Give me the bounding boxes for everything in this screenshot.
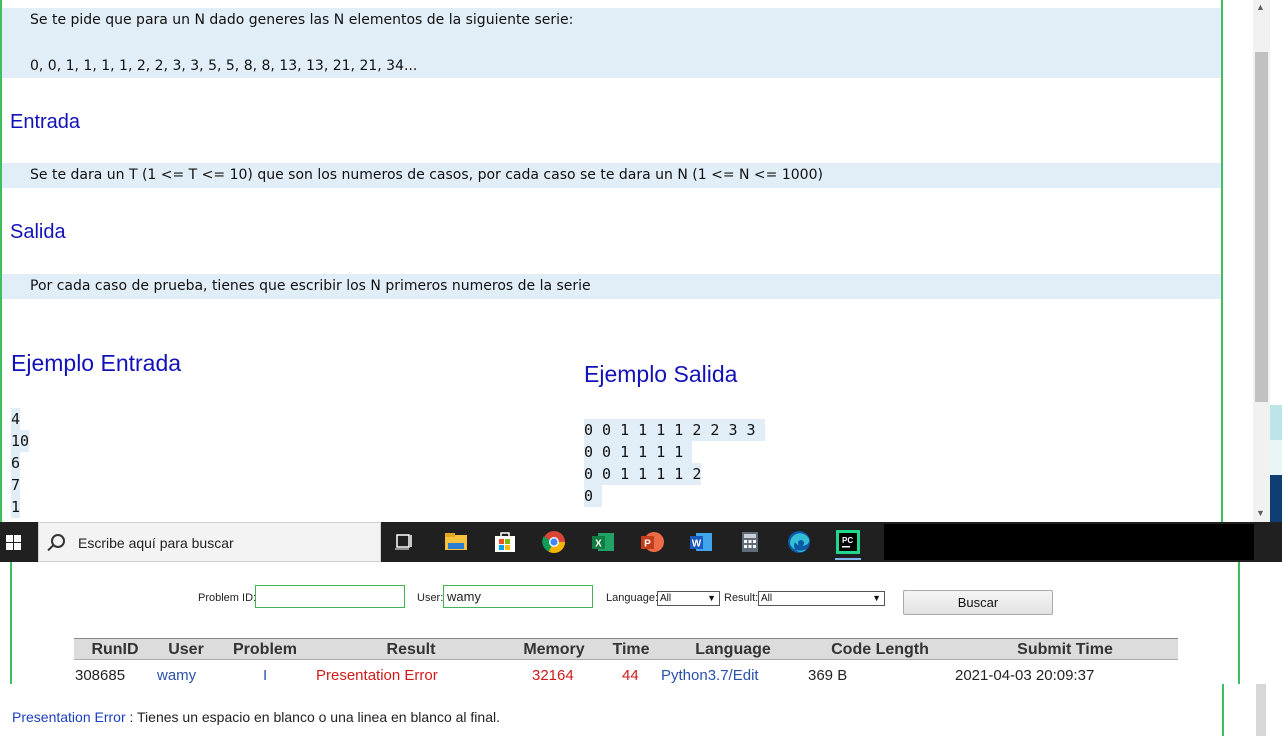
sample-output-line: 0 (584, 485, 603, 507)
time-value: 44 (622, 667, 639, 684)
column-header-submit-time: Submit Time (1017, 641, 1113, 658)
windows-start-icon[interactable] (0, 522, 38, 562)
column-header-language: Language (695, 641, 771, 658)
taskbar: Escribe aquí para buscar X P W PC (0, 522, 1282, 562)
chrome-icon[interactable] (541, 530, 567, 554)
background-window-edge (1270, 0, 1282, 522)
search-button[interactable]: Buscar (903, 590, 1053, 615)
table-row: 308685 wamy I Presentation Error 32164 4… (74, 662, 1178, 684)
redacted-area (884, 524, 1254, 560)
status-table-header: RunID User Problem Result Memory Time La… (74, 638, 1178, 660)
result-status: Presentation Error (316, 667, 438, 684)
chevron-down-icon: ▼ (872, 593, 881, 603)
scroll-down-icon[interactable]: ▼ (1256, 508, 1265, 518)
column-header-runid: RunID (91, 641, 139, 658)
result-explanation: Presentation Error : Tienes un espacio e… (12, 709, 500, 725)
chevron-down-icon: ▼ (707, 593, 716, 603)
status-scrollbar[interactable] (1256, 684, 1266, 736)
result-select-value: All (761, 593, 773, 604)
user-link[interactable]: wamy (157, 667, 196, 684)
submit-time-value: 2021-04-03 20:09:37 (955, 667, 1095, 684)
output-block: Por cada caso de prueba, tienes que escr… (2, 274, 1221, 299)
excel-icon[interactable]: X (590, 530, 616, 554)
word-letter: W (692, 539, 702, 550)
problem-page: Se te pide que para un N dado generes la… (0, 0, 1282, 522)
sample-input-line: 7 (11, 474, 21, 496)
user-input[interactable]: wamy (443, 585, 593, 608)
pycharm-letters: PC (842, 536, 853, 545)
sample-output-line: 0 0 1 1 1 1 (584, 441, 693, 463)
sample-input-line: 10 (11, 430, 30, 452)
search-icon (51, 534, 65, 548)
pycharm-icon[interactable]: PC (835, 530, 861, 560)
column-header-code-length: Code Length (831, 641, 929, 658)
sample-output-line: 0 0 1 1 1 1 2 (584, 463, 702, 485)
output-heading: Salida (10, 221, 66, 243)
column-header-problem: Problem (232, 641, 298, 658)
language-label: Language: (606, 592, 658, 604)
problem-id-label: Problem ID: (198, 592, 257, 604)
language-select-value: All (660, 593, 672, 604)
scrollbar-thumb[interactable] (1255, 52, 1268, 402)
column-header-result: Result (386, 641, 436, 658)
result-label: Result: (724, 592, 759, 604)
status-frame-right-lower (1222, 684, 1224, 736)
sample-output-heading: Ejemplo Salida (584, 361, 738, 387)
vertical-scrollbar[interactable]: ▲ ▼ (1253, 0, 1270, 522)
intro-line-2: 0, 0, 1, 1, 1, 1, 2, 2, 3, 3, 5, 5, 8, 8… (30, 58, 418, 74)
excel-letter: X (595, 539, 602, 550)
input-text: Se te dara un T (1 <= T <= 10) que son l… (30, 167, 823, 183)
input-block: Se te dara un T (1 <= T <= 10) que son l… (2, 163, 1221, 188)
task-view-icon[interactable] (392, 530, 418, 554)
status-frame-left (10, 562, 12, 684)
status-page: Problem ID: User: wamy Language: All ▼ R… (0, 562, 1282, 736)
sample-output-line: 0 0 1 1 1 1 2 2 3 3 (584, 419, 765, 441)
sample-input-line: 6 (11, 452, 21, 474)
sample-input-line: 4 (11, 408, 21, 430)
result-explanation-keyword: Presentation Error (12, 709, 126, 725)
run-id: 308685 (75, 667, 126, 684)
code-length-value: 369 B (808, 667, 848, 684)
memory-value: 32164 (532, 667, 574, 684)
problem-id-input[interactable] (255, 585, 405, 608)
store-icon[interactable] (492, 530, 518, 554)
taskbar-search[interactable]: Escribe aquí para buscar (38, 522, 381, 562)
sample-input-line: 1 (11, 496, 21, 518)
input-heading: Entrada (10, 111, 81, 133)
powerpoint-icon[interactable]: P (639, 530, 665, 554)
intro-block: Se te pide que para un N dado generes la… (2, 8, 1221, 78)
output-text: Por cada caso de prueba, tienes que escr… (30, 278, 591, 294)
intro-line-1: Se te pide que para un N dado generes la… (30, 12, 574, 28)
column-header-time: Time (612, 641, 650, 658)
file-explorer-icon[interactable] (443, 530, 469, 554)
result-select[interactable]: All ▼ (758, 591, 885, 606)
taskbar-search-placeholder: Escribe aquí para buscar (78, 535, 234, 551)
scroll-up-icon[interactable]: ▲ (1256, 2, 1265, 12)
word-icon[interactable]: W (688, 530, 714, 554)
powerpoint-letter: P (644, 539, 651, 550)
edge-icon[interactable] (786, 530, 812, 554)
calculator-icon[interactable] (737, 530, 763, 554)
column-header-memory: Memory (523, 641, 585, 658)
status-frame-right (1238, 562, 1240, 684)
user-label: User: (417, 592, 444, 604)
result-explanation-text: : Tienes un espacio en blanco o una line… (125, 709, 500, 725)
language-select[interactable]: All ▼ (657, 591, 720, 606)
sample-input-heading: Ejemplo Entrada (11, 350, 182, 376)
column-header-user: User (168, 641, 204, 658)
language-edit-link[interactable]: Python3.7/Edit (661, 667, 759, 684)
problem-link[interactable]: I (263, 667, 267, 684)
